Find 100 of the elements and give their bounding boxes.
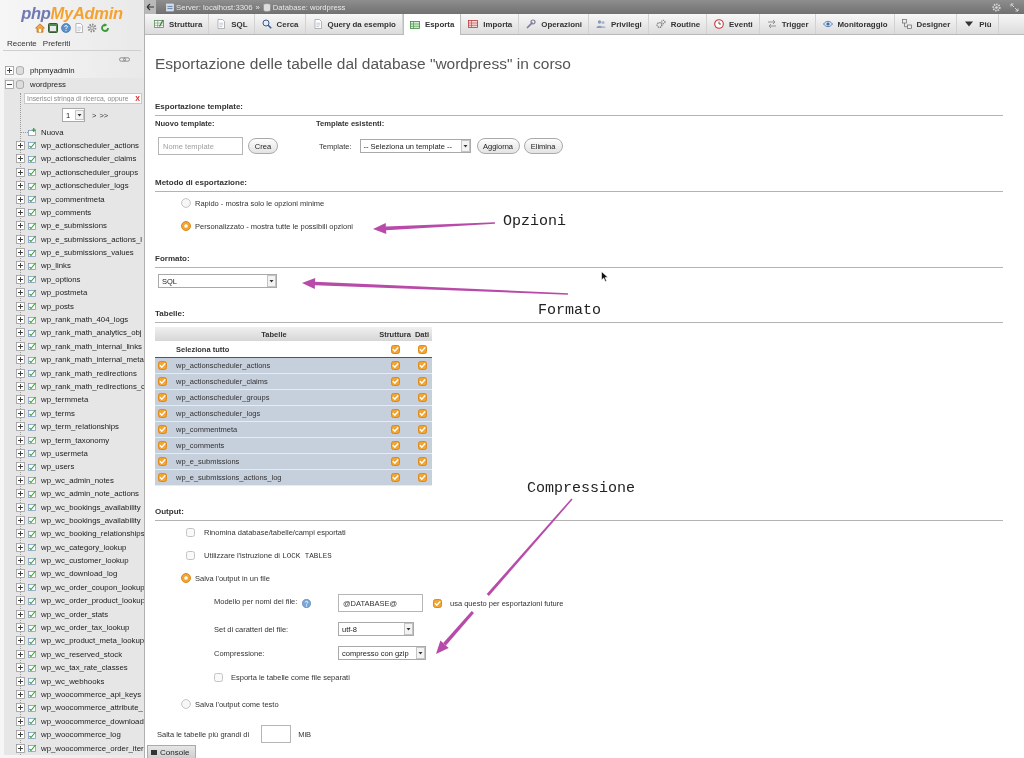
expand-icon[interactable] bbox=[16, 288, 25, 298]
settings-icon[interactable] bbox=[86, 23, 97, 33]
checkbox[interactable] bbox=[417, 409, 427, 418]
expand-icon[interactable] bbox=[16, 328, 25, 338]
expand-icon[interactable] bbox=[16, 167, 25, 177]
link-icon[interactable] bbox=[119, 56, 130, 62]
expand-icon[interactable] bbox=[16, 462, 25, 472]
expand-icon[interactable] bbox=[16, 301, 25, 311]
back-arrow-icon[interactable] bbox=[145, 0, 156, 14]
expand-icon[interactable] bbox=[16, 194, 25, 204]
checkbox[interactable] bbox=[390, 393, 400, 402]
expand-icon[interactable] bbox=[16, 556, 25, 566]
expand-icon[interactable] bbox=[16, 623, 25, 632]
nav-tab[interactable]: Preferiti bbox=[42, 39, 71, 49]
console-button[interactable]: Console bbox=[147, 745, 197, 758]
expand-icon[interactable] bbox=[16, 676, 25, 686]
expand-icon[interactable] bbox=[16, 649, 25, 659]
radio-button[interactable] bbox=[181, 573, 191, 583]
expand-icon[interactable] bbox=[16, 408, 25, 418]
home-icon[interactable] bbox=[34, 23, 45, 33]
checkbox[interactable] bbox=[186, 550, 195, 560]
window-icon[interactable] bbox=[47, 23, 58, 33]
expand-icon[interactable] bbox=[16, 207, 25, 217]
table-icon bbox=[28, 422, 36, 431]
checkbox[interactable] bbox=[433, 598, 442, 608]
checkbox[interactable] bbox=[158, 377, 167, 386]
expand-icon[interactable] bbox=[16, 248, 25, 258]
expand-icon[interactable] bbox=[16, 475, 25, 485]
expand-icon[interactable] bbox=[16, 448, 25, 458]
checkbox[interactable] bbox=[390, 441, 400, 450]
checkbox[interactable] bbox=[417, 344, 427, 354]
expand-icon[interactable] bbox=[16, 703, 25, 713]
expand-icon[interactable] bbox=[16, 569, 25, 579]
expand-icon[interactable] bbox=[16, 730, 25, 740]
radio-button[interactable] bbox=[181, 699, 191, 709]
expand-icon[interactable] bbox=[16, 596, 25, 606]
radio-button[interactable] bbox=[181, 221, 191, 231]
checkbox[interactable] bbox=[390, 377, 400, 386]
nav-tab[interactable]: Recente bbox=[7, 39, 37, 49]
checkbox[interactable] bbox=[417, 377, 427, 386]
checkbox[interactable] bbox=[390, 457, 400, 466]
checkbox[interactable] bbox=[390, 361, 400, 370]
checkbox[interactable] bbox=[214, 672, 223, 682]
expand-icon[interactable] bbox=[16, 716, 25, 726]
help-icon[interactable] bbox=[302, 598, 312, 608]
table-icon bbox=[28, 261, 36, 270]
size-field[interactable] bbox=[261, 725, 292, 743]
checkbox[interactable] bbox=[158, 473, 167, 482]
checkbox[interactable] bbox=[417, 457, 427, 466]
checkbox[interactable] bbox=[158, 441, 167, 450]
checkbox[interactable] bbox=[417, 361, 427, 370]
expand-icon[interactable] bbox=[16, 395, 25, 405]
checkbox[interactable] bbox=[417, 441, 427, 450]
table-icon bbox=[28, 195, 36, 203]
checkbox[interactable] bbox=[158, 361, 167, 370]
arrows-icon[interactable] bbox=[1010, 2, 1019, 12]
expand-icon[interactable] bbox=[16, 542, 25, 552]
expand-icon[interactable] bbox=[16, 609, 25, 619]
expand-icon[interactable] bbox=[5, 66, 14, 76]
expand-icon[interactable] bbox=[16, 154, 25, 164]
expand-icon[interactable] bbox=[16, 663, 25, 673]
expand-icon[interactable] bbox=[16, 368, 25, 378]
expand-icon[interactable] bbox=[16, 341, 25, 351]
expand-icon[interactable] bbox=[16, 274, 25, 284]
expand-icon[interactable] bbox=[16, 234, 25, 244]
checkbox[interactable] bbox=[158, 425, 167, 434]
checkbox[interactable] bbox=[417, 393, 427, 402]
expand-icon[interactable] bbox=[16, 489, 25, 499]
checkbox[interactable] bbox=[417, 425, 427, 434]
collapse-icon[interactable] bbox=[5, 79, 14, 89]
expand-icon[interactable] bbox=[16, 689, 25, 699]
checkbox[interactable] bbox=[417, 473, 427, 482]
expand-icon[interactable] bbox=[16, 261, 25, 271]
checkbox[interactable] bbox=[186, 527, 195, 537]
help-icon[interactable] bbox=[60, 23, 71, 33]
radio-button[interactable] bbox=[181, 198, 191, 208]
expand-icon[interactable] bbox=[16, 140, 25, 150]
expand-icon[interactable] bbox=[16, 743, 25, 753]
checkbox[interactable] bbox=[390, 344, 400, 354]
expand-icon[interactable] bbox=[16, 515, 25, 525]
expand-icon[interactable] bbox=[16, 355, 25, 365]
logo-text[interactable]: phpMyAdmin bbox=[21, 3, 123, 23]
expand-icon[interactable] bbox=[16, 582, 25, 592]
checkbox[interactable] bbox=[158, 457, 167, 466]
checkbox[interactable] bbox=[158, 393, 167, 402]
checkbox[interactable] bbox=[390, 473, 400, 482]
expand-icon[interactable] bbox=[16, 315, 25, 325]
checkbox[interactable] bbox=[390, 409, 400, 418]
expand-icon[interactable] bbox=[16, 221, 25, 231]
expand-icon[interactable] bbox=[16, 422, 25, 432]
expand-icon[interactable] bbox=[16, 181, 25, 191]
expand-icon[interactable] bbox=[16, 636, 25, 646]
checkbox[interactable] bbox=[390, 425, 400, 434]
reload-icon[interactable] bbox=[99, 23, 110, 33]
expand-icon[interactable] bbox=[16, 529, 25, 539]
expand-icon[interactable] bbox=[16, 435, 25, 445]
table-icon bbox=[28, 744, 36, 753]
checkbox[interactable] bbox=[158, 409, 167, 418]
expand-icon[interactable] bbox=[16, 382, 25, 391]
expand-icon[interactable] bbox=[16, 502, 25, 512]
